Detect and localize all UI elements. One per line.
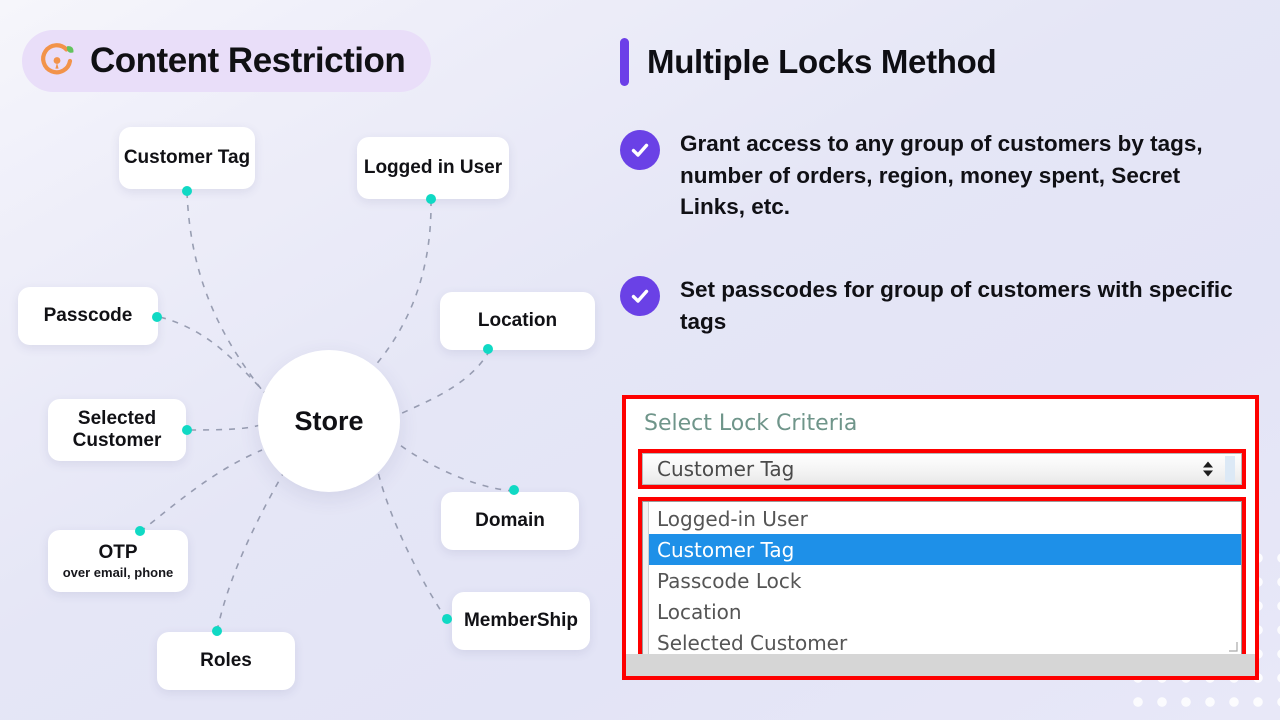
feature-bullet-text: Grant access to any group of customers b… xyxy=(680,131,1203,219)
option-location[interactable]: Location xyxy=(643,596,1241,627)
lock-criteria-options-highlight: Logged-in User Customer Tag Passcode Loc… xyxy=(638,497,1246,659)
node-label: Logged in User xyxy=(363,156,503,178)
list-gutter xyxy=(643,502,649,654)
check-circle-icon xyxy=(620,276,660,316)
connector-dot xyxy=(182,425,192,435)
connector-dot xyxy=(182,186,192,196)
up-down-caret-icon[interactable] xyxy=(1201,461,1215,478)
mindmap-node-otp: OTP over email, phone xyxy=(48,530,188,592)
select-lock-criteria-label: Select Lock Criteria xyxy=(644,411,858,436)
lock-criteria-selected-value: Customer Tag xyxy=(657,457,795,481)
node-label: OTP xyxy=(98,541,138,563)
mindmap-center-label: Store xyxy=(294,405,364,436)
mindmap-diagram: Store Customer Tag Logged in User Passco… xyxy=(0,100,615,720)
lock-criteria-options-list[interactable]: Logged-in User Customer Tag Passcode Loc… xyxy=(642,501,1242,655)
connector-dot xyxy=(212,626,222,636)
mindmap-node-membership: MemberShip xyxy=(452,592,590,650)
mindmap-node-selected-customer: Selected Customer xyxy=(48,399,186,461)
mindmap-node-customer-tag: Customer Tag xyxy=(119,127,255,189)
slide-canvas: Content Restriction Store Customer Tag L… xyxy=(0,0,1280,720)
node-label: Customer Tag xyxy=(123,146,251,168)
mindmap-node-roles: Roles xyxy=(157,632,295,690)
option-selected-customer[interactable]: Selected Customer xyxy=(643,627,1241,655)
option-customer-tag[interactable]: Customer Tag xyxy=(643,534,1241,565)
check-circle-icon xyxy=(620,130,660,170)
connector-dot xyxy=(426,194,436,204)
node-sublabel: over email, phone xyxy=(62,565,174,581)
node-label: Roles xyxy=(200,649,252,671)
connector-dot xyxy=(483,344,493,354)
option-logged-in-user[interactable]: Logged-in User xyxy=(643,503,1241,534)
brand-title-pill: Content Restriction xyxy=(22,30,432,92)
lock-criteria-select-highlight: Customer Tag xyxy=(638,449,1246,489)
connector-dot xyxy=(152,312,162,322)
node-label: Domain xyxy=(475,509,545,531)
connector-dot xyxy=(135,526,145,536)
node-label: Passcode xyxy=(43,304,133,326)
node-label: Location xyxy=(477,309,558,331)
right-panel: Multiple Locks Method Grant access to an… xyxy=(615,0,1280,720)
right-panel-header: Multiple Locks Method xyxy=(620,38,997,86)
feature-bullet-2: Set passcodes for group of customers wit… xyxy=(620,274,1260,337)
lock-circle-leaf-icon xyxy=(36,40,78,82)
connector-dot xyxy=(509,485,519,495)
lock-criteria-screenshot: Select Lock Criteria Customer Tag Logged… xyxy=(622,395,1259,680)
mindmap-node-passcode: Passcode xyxy=(18,287,158,345)
feature-bullet-text: Set passcodes for group of customers wit… xyxy=(680,277,1233,334)
connector-dot xyxy=(442,614,452,624)
mindmap-center-node: Store xyxy=(258,350,400,492)
accent-bar xyxy=(620,38,629,86)
page-title: Content Restriction xyxy=(90,41,406,80)
mindmap-node-location: Location xyxy=(440,292,595,350)
option-passcode-lock[interactable]: Passcode Lock xyxy=(643,565,1241,596)
node-label: Selected Customer xyxy=(72,407,162,451)
screenshot-footer-strip xyxy=(626,654,1255,676)
lock-criteria-select[interactable]: Customer Tag xyxy=(642,453,1242,485)
select-focus-strip xyxy=(1225,456,1235,482)
mindmap-node-logged-in-user: Logged in User xyxy=(357,137,509,199)
right-panel-title: Multiple Locks Method xyxy=(647,43,997,80)
feature-bullet-1: Grant access to any group of customers b… xyxy=(620,128,1260,223)
node-label: MemberShip xyxy=(463,609,579,631)
resize-grip-icon[interactable] xyxy=(1228,640,1238,652)
mindmap-node-domain: Domain xyxy=(441,492,579,550)
